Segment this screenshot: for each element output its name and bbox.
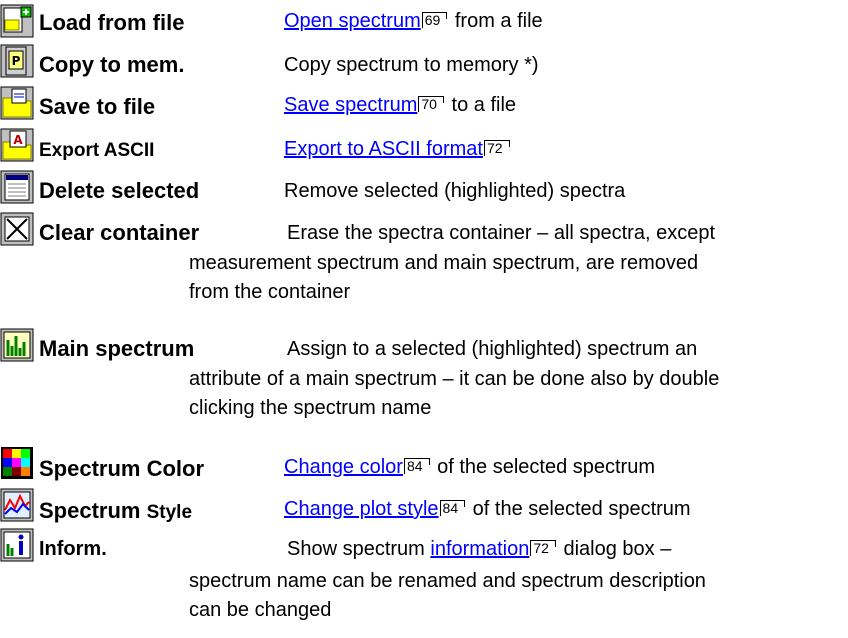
page-ref[interactable]: 69 [421, 12, 447, 28]
term-label: Export ASCII [39, 140, 155, 161]
list-item: Inform. Show spectrum information 72 dial… [0, 528, 848, 636]
save-file-icon[interactable] [0, 86, 34, 120]
description-continued: attribute of a main spectrum – it can be… [189, 368, 720, 419]
description-continued: spectrum name can be renamed and spectru… [189, 570, 706, 621]
term-label: Copy to mem. [39, 52, 185, 77]
description: Copy spectrum to memory *) [284, 54, 539, 76]
export-ascii-link[interactable]: Export to ASCII format [284, 138, 483, 160]
open-spectrum-link[interactable]: Open spectrum [284, 10, 421, 32]
term-label: Clear container [39, 220, 200, 245]
information-link[interactable]: information [430, 538, 529, 560]
page-ref[interactable]: 84 [403, 458, 429, 474]
clear-container-icon[interactable] [0, 212, 34, 246]
list-item: Load from file Open spectrum 69 from a fi… [0, 0, 848, 44]
term-label: Delete selected [39, 178, 200, 203]
svg-text:P: P [12, 54, 21, 68]
copy-memory-icon[interactable]: P [0, 44, 34, 78]
description: Assign to a selected (highlighted) spect… [287, 338, 698, 360]
spectrum-color-icon[interactable] [0, 446, 34, 480]
save-spectrum-link[interactable]: Save spectrum [284, 94, 417, 116]
main-spectrum-icon[interactable] [0, 328, 34, 362]
description-continued: measurement spectrum and main spectrum, … [189, 252, 699, 303]
description: Open spectrum 69 from a file [284, 10, 543, 32]
information-icon[interactable] [0, 528, 34, 562]
list-item: P Copy to mem. Copy spectrum to memory *… [0, 42, 848, 86]
description: Erase the spectra container – all spectr… [287, 222, 716, 244]
term-label: Spectrum Color [39, 456, 205, 481]
term-label: Inform. [39, 538, 107, 560]
list-item: Spectrum Color Change color 84 of the sel… [0, 446, 848, 490]
list-item: Save to file Save spectrum 70 to a file [0, 84, 848, 128]
term-label: Save to file [39, 94, 156, 119]
page-ref[interactable]: 84 [439, 500, 465, 516]
description: Change color 84 of the selected spectrum [284, 456, 655, 478]
description: Show spectrum information 72 dialog box – [287, 538, 672, 560]
description: Export to ASCII format 72 [284, 138, 512, 161]
change-color-link[interactable]: Change color [284, 456, 403, 478]
term-label: Main spectrum [39, 336, 195, 361]
svg-text:A: A [13, 133, 23, 147]
description: Save spectrum 70 to a file [284, 94, 517, 116]
term-label: Spectrum Style [39, 498, 193, 523]
list-item: Spectrum Style Change plot style 84 of th… [0, 488, 848, 532]
load-file-icon[interactable] [0, 4, 34, 38]
page-ref[interactable]: 72 [483, 140, 509, 156]
spectrum-style-icon[interactable] [0, 488, 34, 522]
change-plot-style-link[interactable]: Change plot style [284, 498, 439, 520]
list-item: Delete selected Remove selected (highlig… [0, 168, 848, 212]
export-ascii-icon[interactable]: A [0, 128, 34, 162]
page-ref[interactable]: 70 [418, 96, 443, 112]
delete-selected-icon[interactable] [0, 170, 34, 204]
term-label: Load from file [39, 10, 185, 35]
list-item: A Export ASCII Export to ASCII format 72 [0, 126, 848, 170]
description: Change plot style 84 of the selected spec… [284, 498, 691, 520]
list-item: Clear container Erase the spectra contai… [0, 212, 848, 320]
page-ref[interactable]: 72 [530, 540, 555, 556]
list-item: Main spectrum Assign to a selected (high… [0, 328, 848, 436]
description: Remove selected (highlighted) spectra [284, 180, 626, 202]
